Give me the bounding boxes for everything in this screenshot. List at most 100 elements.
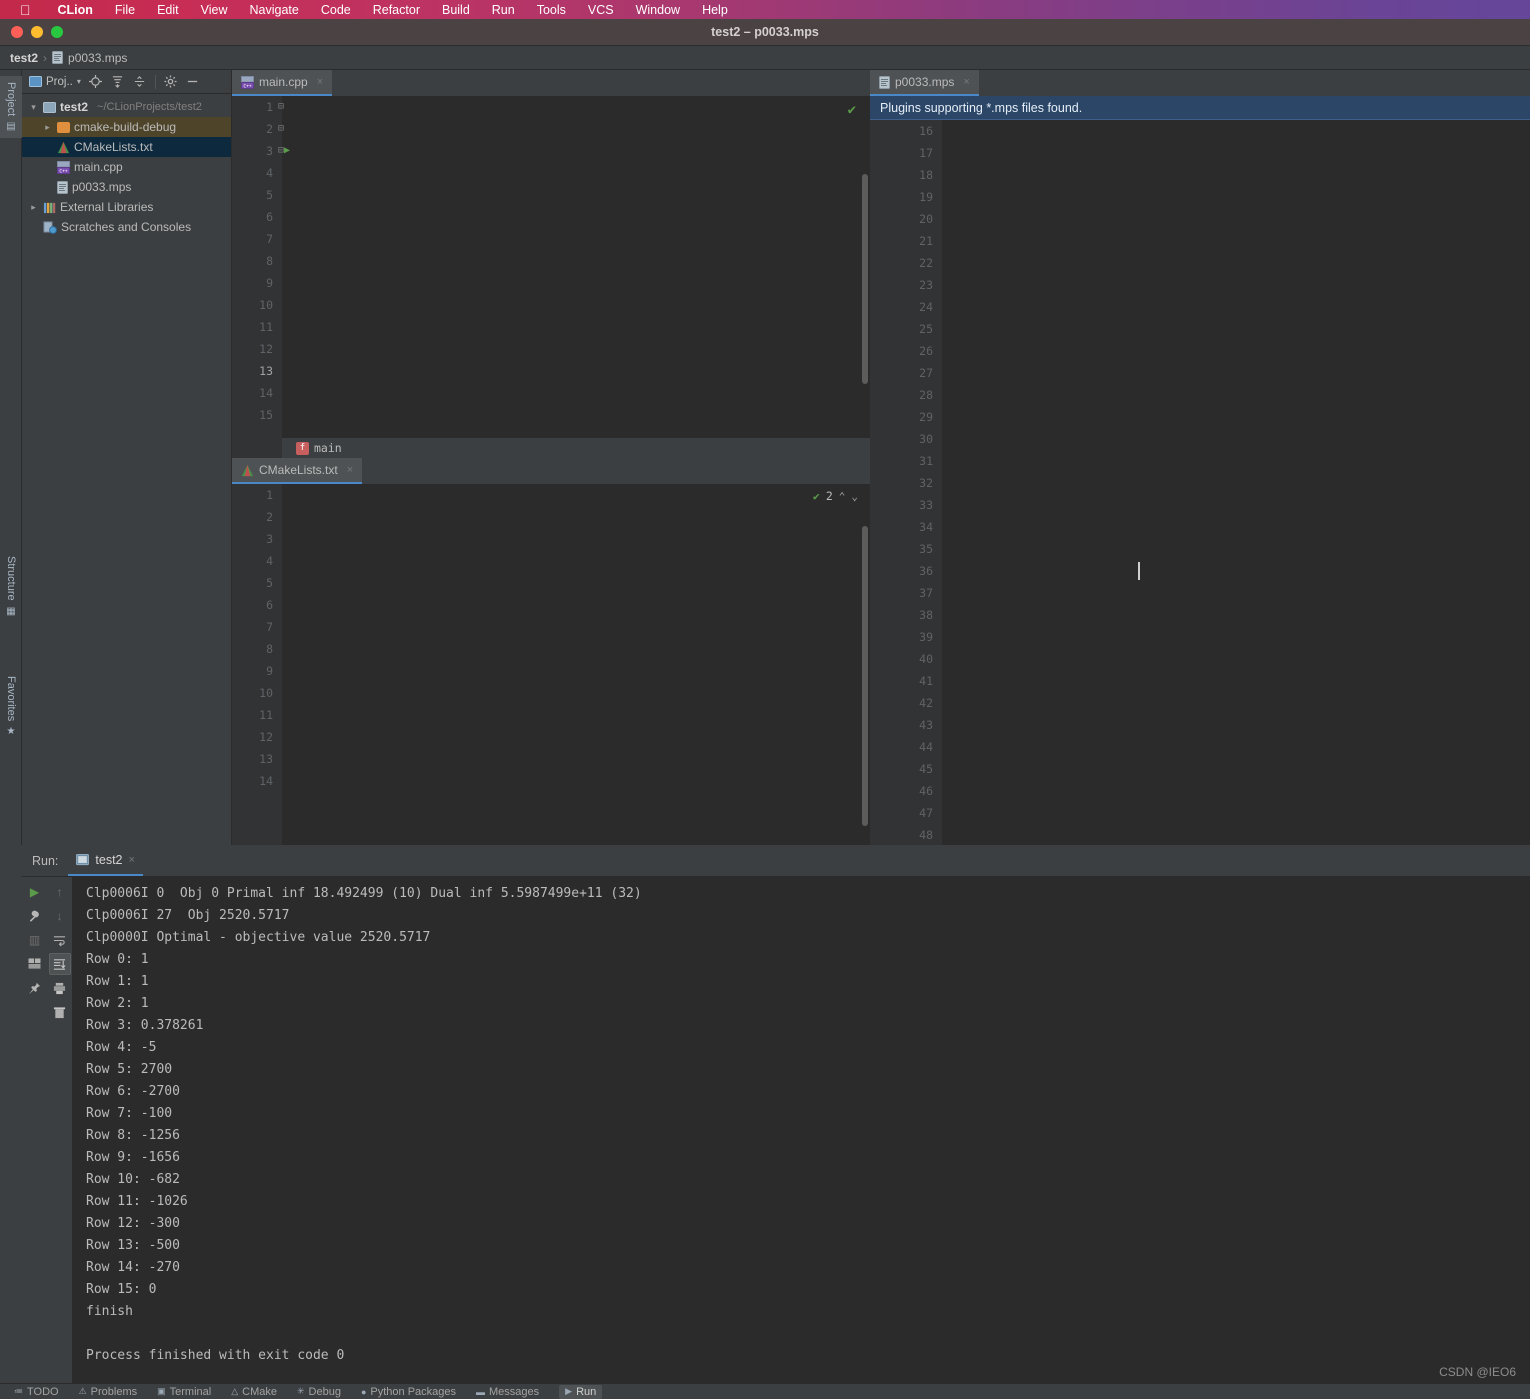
status-bar-item-python-packages[interactable]: ● Python Packages xyxy=(361,1386,456,1398)
status-bar-item-messages[interactable]: ▬ Messages xyxy=(476,1386,539,1398)
todo-icon: ≔ xyxy=(14,1386,23,1396)
tree-item-cmakelists[interactable]: CMakeLists.txt xyxy=(22,137,231,157)
up-arrow-icon[interactable]: ↑ xyxy=(49,881,71,903)
collapse-all-icon[interactable] xyxy=(130,72,150,92)
tree-item-external-libraries[interactable]: ▸ External Libraries xyxy=(22,197,231,217)
tab-p0033-mps[interactable]: p0033.mps × xyxy=(870,70,979,96)
sidebar-item-structure[interactable]: Structure ▦ xyxy=(0,550,22,623)
breadcrumb-file[interactable]: p0033.mps xyxy=(52,51,127,65)
menu-item-file[interactable]: File xyxy=(104,3,146,17)
editor-scrollbar[interactable] xyxy=(862,174,868,384)
menu-item-code[interactable]: Code xyxy=(310,3,362,17)
apple-icon[interactable]:  xyxy=(20,3,31,17)
menu-item-vcs[interactable]: VCS xyxy=(577,3,625,17)
breadcrumb-project[interactable]: test2 xyxy=(10,51,38,65)
stop-icon[interactable]: ▥ xyxy=(24,929,46,951)
inspection-widget-cmake[interactable]: ✔ 2 ⌃ ⌄ xyxy=(813,489,858,503)
code-area-mps[interactable]: 16 17 18 19 20 21 22 23 24 25 26 27 28 29 30 31 32 33 34 35… xyxy=(870,120,1530,845)
settings-gear-icon[interactable] xyxy=(161,72,181,92)
breadcrumb-file-label: p0033.mps xyxy=(68,50,128,65)
code-fold-icon[interactable]: ⊟ xyxy=(278,101,284,112)
line-number: 42 xyxy=(919,696,933,710)
status-bar-item-label: Debug xyxy=(308,1385,341,1398)
menu-item-tools[interactable]: Tools xyxy=(526,3,577,17)
locate-icon[interactable] xyxy=(86,72,106,92)
tree-item-main-cpp[interactable]: C++ main.cpp xyxy=(22,157,231,177)
tree-label: p0033.mps xyxy=(72,180,132,194)
code-area-cmakelists[interactable]: 1 2 3 4 5 6 7 8 9 10 11 12 13 14 ✔ 2 ⌃ ⌄ xyxy=(232,484,870,845)
status-bar-item-cmake[interactable]: △ CMake xyxy=(231,1386,277,1398)
menu-item-window[interactable]: Window xyxy=(625,3,691,17)
menu-item-run[interactable]: Run xyxy=(481,3,526,17)
code-area-main-cpp[interactable]: 1 2 3 4 5 6 7 8 9 10 11 12 13 14 15 ✔ f main ⊟ ⊟ ⊟ ▶ xyxy=(232,96,870,458)
line-number: 2 xyxy=(266,510,273,524)
watermark: CSDN @IEO6 xyxy=(1439,1365,1516,1379)
code-fold-icon[interactable]: ⊟ xyxy=(278,123,284,134)
menu-item-clion[interactable]: CLion xyxy=(47,3,104,17)
tree-item-scratches-and-consoles[interactable]: Scratches and Consoles xyxy=(22,217,231,237)
breadcrumb-separator: › xyxy=(43,50,48,65)
star-icon: ★ xyxy=(5,726,17,738)
status-bar-item-terminal[interactable]: ▣ Terminal xyxy=(157,1386,211,1398)
chevron-down-icon[interactable]: ▾ xyxy=(77,77,81,86)
menu-item-build[interactable]: Build xyxy=(431,3,481,17)
down-arrow-icon[interactable]: ↓ xyxy=(49,905,71,927)
tree-item-p0033-mps[interactable]: p0033.mps xyxy=(22,177,231,197)
close-icon[interactable]: × xyxy=(317,76,323,88)
close-icon[interactable]: × xyxy=(347,464,353,476)
line-number: 2 xyxy=(266,122,273,136)
python-icon: ● xyxy=(360,1386,367,1397)
inspection-ok-icon[interactable]: ✔ xyxy=(848,102,856,118)
sidebar-item-favorites[interactable]: Favorites ★ xyxy=(0,670,22,743)
line-number: 45 xyxy=(919,762,933,776)
chevron-up-icon[interactable]: ⌃ xyxy=(839,490,846,503)
tree-item-cmake-build-debug[interactable]: ▸ cmake-build-debug xyxy=(22,117,231,137)
chevron-down-icon[interactable]: ⌄ xyxy=(851,490,858,503)
chevron-collapsed-icon[interactable]: ▸ xyxy=(42,122,53,133)
cmake-file-icon xyxy=(57,141,70,153)
menu-item-help[interactable]: Help xyxy=(691,3,739,17)
window-title-bar: test2 – p0033.mps xyxy=(0,19,1530,46)
breadcrumb-function-label[interactable]: main xyxy=(314,441,342,455)
menu-item-edit[interactable]: Edit xyxy=(146,3,190,17)
tab-main-cpp[interactable]: C++ main.cpp × xyxy=(232,70,333,96)
line-number: 10 xyxy=(259,686,273,700)
line-number: 4 xyxy=(266,554,273,568)
sidebar-item-project[interactable]: Project ▤ xyxy=(0,76,22,139)
menu-item-refactor[interactable]: Refactor xyxy=(362,3,431,17)
scroll-to-end-icon[interactable] xyxy=(48,953,71,975)
line-number: 36 xyxy=(919,564,933,578)
run-toolbar-left-column: ▶ ▥ xyxy=(22,877,47,1383)
hide-panel-icon[interactable] xyxy=(183,72,203,92)
pin-icon[interactable] xyxy=(24,977,46,999)
console-output[interactable]: Clp0006I 0 Obj 0 Primal inf 18.492499 (1… xyxy=(72,877,1530,1383)
line-number: 33 xyxy=(919,498,933,512)
plugin-notification-banner[interactable]: Plugins supporting *.mps files found. xyxy=(870,96,1530,120)
line-number: 40 xyxy=(919,652,933,666)
status-bar-item-problems[interactable]: ⚠ Problems xyxy=(79,1386,138,1398)
close-icon[interactable]: × xyxy=(129,854,135,866)
clear-all-icon[interactable] xyxy=(49,1001,71,1023)
edit-configuration-icon[interactable] xyxy=(24,905,46,927)
line-number: 10 xyxy=(259,298,273,312)
editor-scrollbar[interactable] xyxy=(862,526,868,826)
expand-all-icon[interactable] xyxy=(108,72,128,92)
chevron-collapsed-icon[interactable]: ▸ xyxy=(28,202,39,213)
soft-wrap-icon[interactable] xyxy=(49,929,71,951)
print-icon[interactable] xyxy=(49,977,71,999)
menu-item-navigate[interactable]: Navigate xyxy=(239,3,310,17)
close-icon[interactable]: × xyxy=(963,76,969,88)
layout-icon[interactable] xyxy=(24,953,46,975)
chevron-expanded-icon[interactable]: ▾ xyxy=(28,102,39,113)
tree-label: External Libraries xyxy=(60,200,154,214)
status-bar-item-run[interactable]: ▶ Run xyxy=(559,1384,603,1399)
run-gutter-icon[interactable]: ▶ xyxy=(284,145,290,156)
project-panel-title[interactable]: Proj.. ▾ xyxy=(26,75,84,89)
status-bar-item-debug[interactable]: ✳ Debug xyxy=(297,1386,341,1398)
run-tab-test2[interactable]: test2 × xyxy=(68,846,143,876)
menu-item-view[interactable]: View xyxy=(190,3,239,17)
status-bar-item-todo[interactable]: ≔ TODO xyxy=(14,1386,59,1398)
tree-item-test2[interactable]: ▾ test2 ~/CLionProjects/test2 xyxy=(22,97,231,117)
tab-cmakelists[interactable]: CMakeLists.txt × xyxy=(232,458,363,484)
rerun-icon[interactable]: ▶ xyxy=(24,881,46,903)
